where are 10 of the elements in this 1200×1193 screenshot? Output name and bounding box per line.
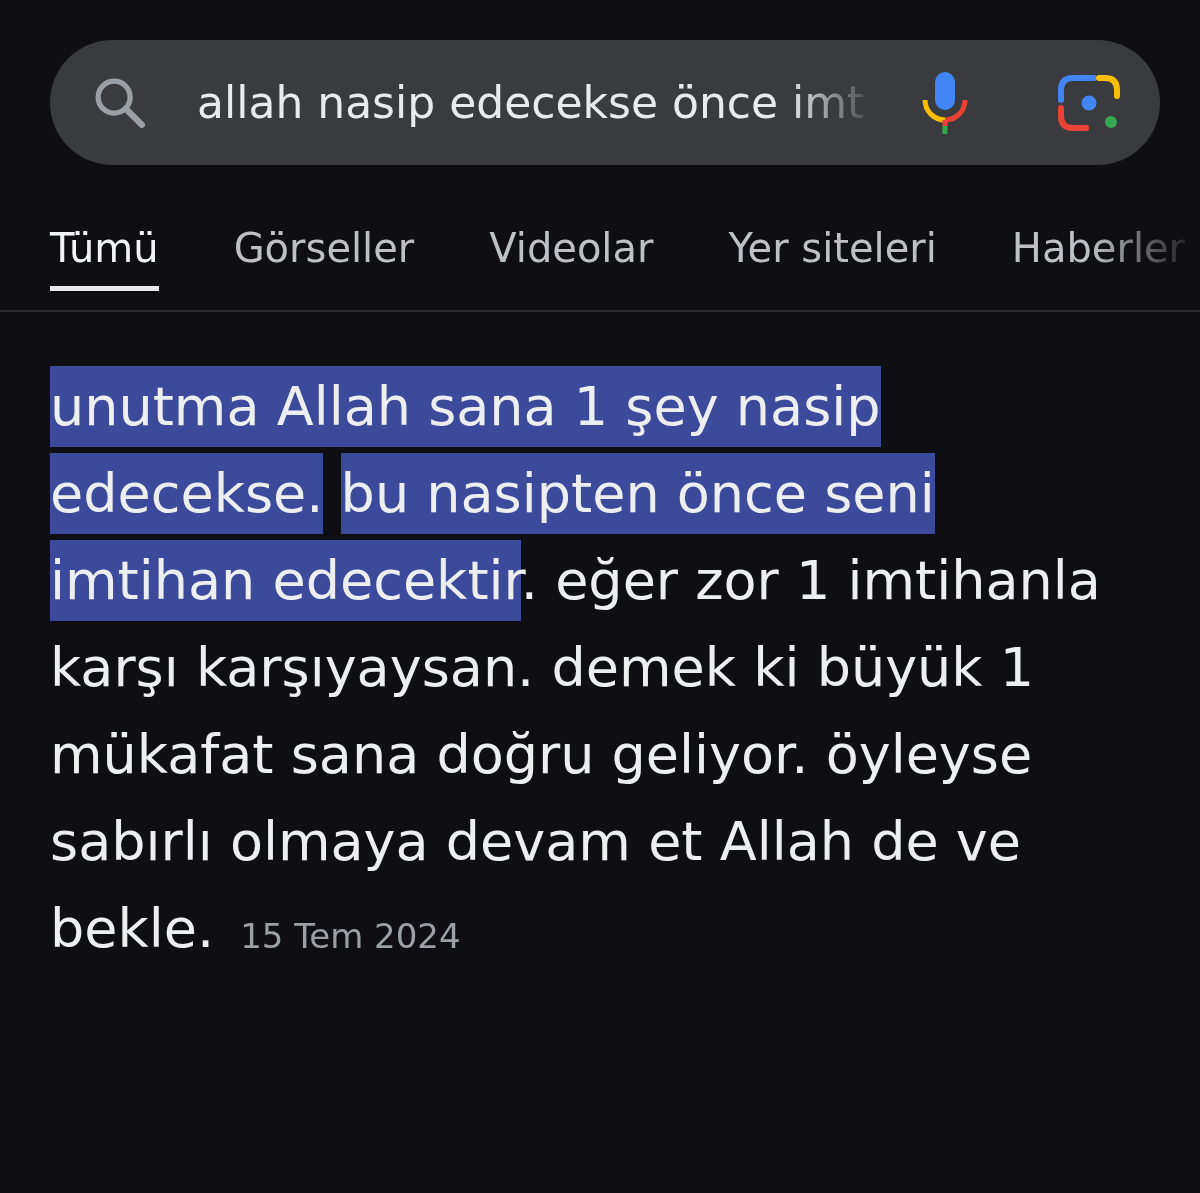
result-date: 15 Tem 2024 (240, 915, 461, 956)
microphone-icon[interactable] (922, 71, 968, 134)
tab[interactable]: Yer siteleri (728, 225, 937, 291)
search-input[interactable]: allah nasip edecekse önce imt (197, 76, 887, 129)
tab[interactable]: Haberler (1011, 225, 1186, 291)
tab[interactable]: Tümü (50, 225, 159, 291)
camera-icon[interactable] (1058, 73, 1120, 132)
tab[interactable]: Görseller (233, 225, 415, 291)
search-icon[interactable] (95, 77, 145, 128)
tab[interactable]: Videolar (489, 225, 654, 291)
